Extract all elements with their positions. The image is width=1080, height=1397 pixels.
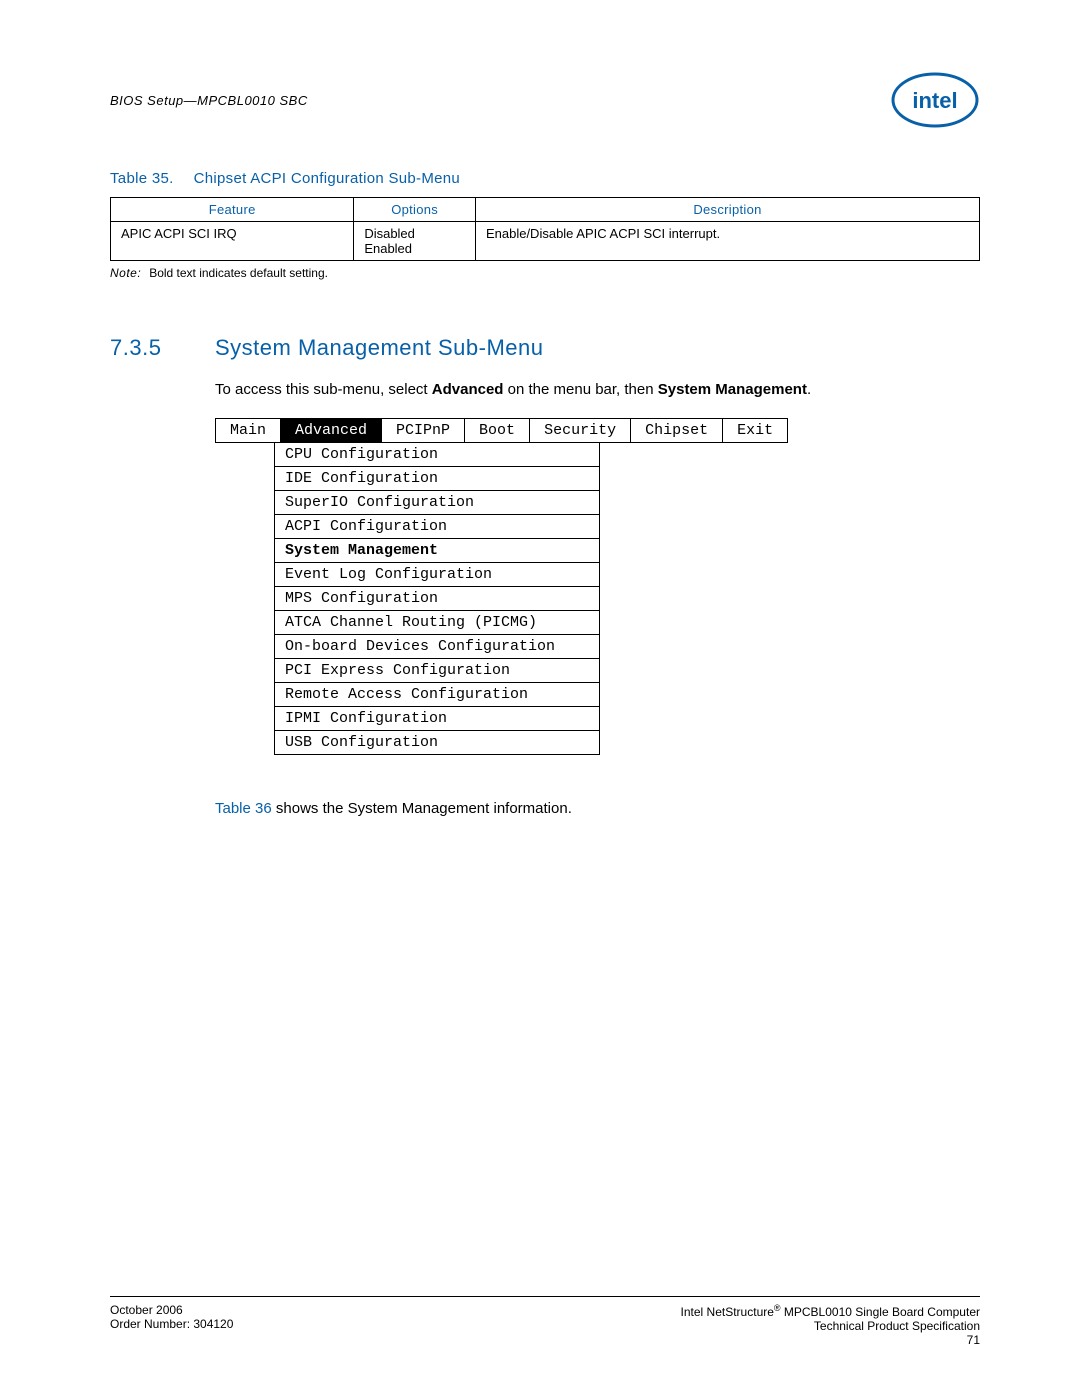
menu-bar: MainAdvancedPCIPnPBootSecurityChipsetExi… bbox=[215, 418, 980, 443]
registered-icon: ® bbox=[774, 1303, 781, 1313]
th-options: Options bbox=[354, 198, 476, 222]
submenu-item[interactable]: SuperIO Configuration bbox=[275, 490, 599, 514]
table-35-title: Chipset ACPI Configuration Sub-Menu bbox=[194, 170, 460, 187]
submenu-item[interactable]: IPMI Configuration bbox=[275, 706, 599, 730]
table-35: Feature Options Description APIC ACPI SC… bbox=[110, 197, 980, 261]
tab-boot[interactable]: Boot bbox=[464, 418, 529, 443]
tab-chipset[interactable]: Chipset bbox=[630, 418, 722, 443]
cell-description: Enable/Disable APIC ACPI SCI interrupt. bbox=[475, 222, 979, 261]
svg-text:intel: intel bbox=[912, 88, 957, 113]
submenu-item[interactable]: CPU Configuration bbox=[275, 443, 599, 466]
footer-order-number: Order Number: 304120 bbox=[110, 1317, 233, 1331]
bios-menu-diagram: MainAdvancedPCIPnPBootSecurityChipsetExi… bbox=[215, 418, 980, 755]
submenu-item[interactable]: Remote Access Configuration bbox=[275, 682, 599, 706]
footer-product: Intel NetStructure® MPCBL0010 Single Boa… bbox=[681, 1303, 980, 1319]
submenu-item[interactable]: System Management bbox=[275, 538, 599, 562]
table-row: APIC ACPI SCI IRQ Disabled Enabled Enabl… bbox=[111, 222, 980, 261]
section-intro: To access this sub-menu, select Advanced… bbox=[215, 379, 980, 400]
submenu-item[interactable]: PCI Express Configuration bbox=[275, 658, 599, 682]
submenu-item[interactable]: IDE Configuration bbox=[275, 466, 599, 490]
running-header: BIOS Setup—MPCBL0010 SBC bbox=[110, 93, 308, 108]
cell-options: Disabled Enabled bbox=[354, 222, 476, 261]
tab-pcipnp[interactable]: PCIPnP bbox=[381, 418, 464, 443]
th-feature: Feature bbox=[111, 198, 354, 222]
advanced-submenu: CPU ConfigurationIDE ConfigurationSuperI… bbox=[274, 443, 600, 755]
tab-exit[interactable]: Exit bbox=[722, 418, 788, 443]
page-header-row: BIOS Setup—MPCBL0010 SBC intel bbox=[110, 70, 980, 130]
page: BIOS Setup—MPCBL0010 SBC intel Table 35.… bbox=[0, 0, 1080, 1397]
cell-feature: APIC ACPI SCI IRQ bbox=[111, 222, 354, 261]
submenu-item[interactable]: Event Log Configuration bbox=[275, 562, 599, 586]
section-number: 7.3.5 bbox=[110, 335, 215, 361]
submenu-item[interactable]: MPS Configuration bbox=[275, 586, 599, 610]
footer-doc-type: Technical Product Specification bbox=[681, 1319, 980, 1333]
table-35-note: Note: Bold text indicates default setting… bbox=[110, 266, 980, 280]
submenu-item[interactable]: ACPI Configuration bbox=[275, 514, 599, 538]
footer-page-number: 71 bbox=[681, 1333, 980, 1347]
submenu-item[interactable]: On-board Devices Configuration bbox=[275, 634, 599, 658]
tab-advanced[interactable]: Advanced bbox=[280, 418, 381, 443]
section-heading: 7.3.5 System Management Sub-Menu bbox=[110, 335, 980, 361]
section-title: System Management Sub-Menu bbox=[215, 335, 544, 361]
submenu-item[interactable]: USB Configuration bbox=[275, 730, 599, 754]
note-text: Bold text indicates default setting. bbox=[149, 266, 328, 280]
table-35-label: Table 35. bbox=[110, 170, 174, 187]
footer-left: October 2006 Order Number: 304120 bbox=[110, 1303, 233, 1347]
tab-security[interactable]: Security bbox=[529, 418, 630, 443]
footer-date: October 2006 bbox=[110, 1303, 233, 1317]
note-label: Note: bbox=[110, 266, 141, 280]
submenu-item[interactable]: ATCA Channel Routing (PICMG) bbox=[275, 610, 599, 634]
page-footer: October 2006 Order Number: 304120 Intel … bbox=[110, 1296, 980, 1347]
table-35-caption: Table 35. Chipset ACPI Configuration Sub-… bbox=[110, 170, 980, 187]
th-description: Description bbox=[475, 198, 979, 222]
footer-right: Intel NetStructure® MPCBL0010 Single Boa… bbox=[681, 1303, 980, 1347]
table-36-link[interactable]: Table 36 bbox=[215, 800, 272, 817]
intel-logo-icon: intel bbox=[890, 70, 980, 130]
reference-sentence: Table 36 shows the System Management inf… bbox=[215, 800, 980, 817]
tab-main[interactable]: Main bbox=[215, 418, 280, 443]
